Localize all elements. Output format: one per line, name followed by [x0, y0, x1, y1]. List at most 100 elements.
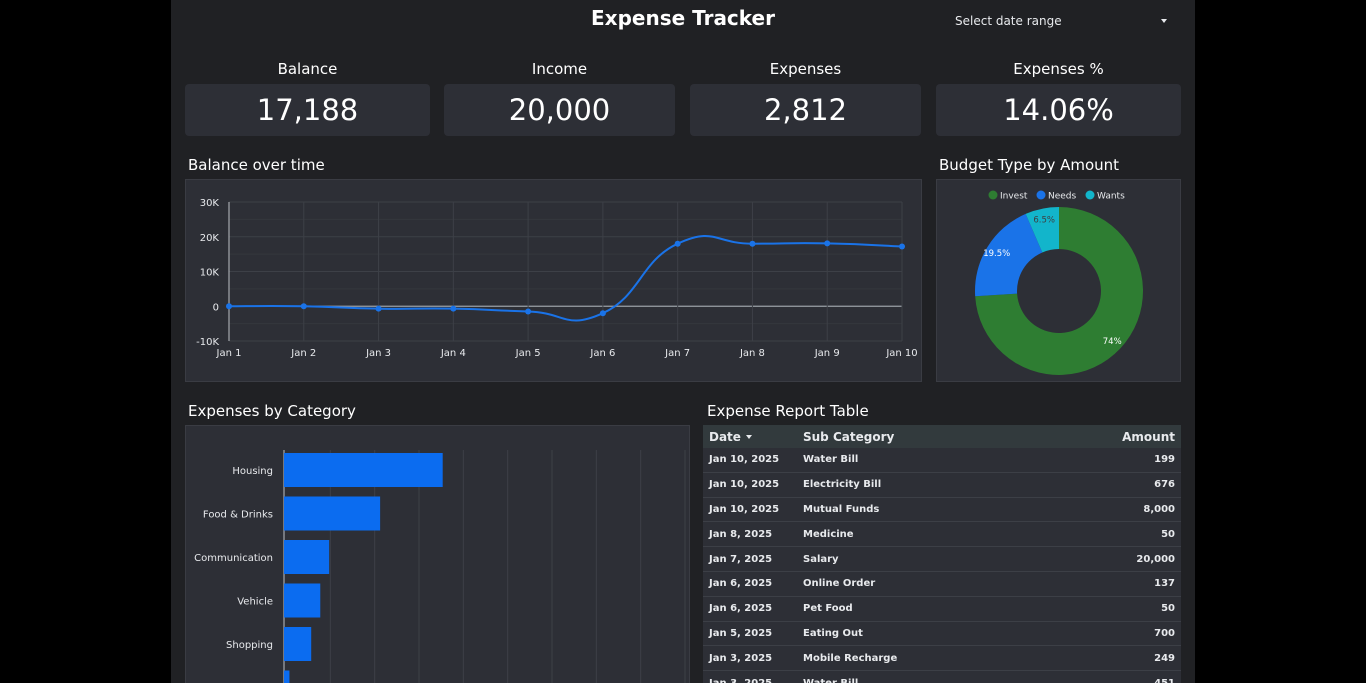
row-subcategory: Eating Out: [803, 627, 863, 639]
table-row[interactable]: Jan 10, 2025 Water Bill 199: [703, 448, 1181, 473]
row-subcategory: Online Order: [803, 578, 876, 590]
kpi-income-label: Income: [531, 60, 588, 78]
x-tick-label: Jan 7: [664, 348, 690, 359]
category-label: Communication: [194, 553, 273, 564]
balance-data-point[interactable]: [375, 305, 382, 312]
x-tick-label: Jan 5: [515, 348, 541, 359]
slice-label: 6.5%: [1033, 216, 1055, 226]
balance-line-chart: 30K 20K 10K 0 -10KJan 1 Jan 2 Jan 3 Jan 4 Jan 5 J…: [196, 198, 918, 359]
row-subcategory: Salary: [803, 553, 839, 565]
row-amount: 20,000: [1136, 553, 1175, 565]
x-tick-label: Jan 4: [440, 348, 466, 359]
balance-data-point[interactable]: [674, 240, 681, 247]
x-tick-label: Jan 2: [290, 348, 316, 359]
table-row[interactable]: Jan 6, 2025 Online Order 137: [703, 572, 1181, 597]
legend-swatch: [1036, 190, 1046, 200]
category-bar-chart: Housing Food & Drinks Communication Vehicle…: [194, 450, 686, 683]
kpi-balance-value: 17,188: [256, 93, 359, 127]
row-amount: 451: [1055, 678, 1175, 683]
row-amount: 676: [1154, 479, 1175, 491]
table-body: Jan 10, 2025 Water Bill 199 Jan 10, 2025 Ele…: [703, 448, 1181, 683]
table-row[interactable]: Jan 8, 2025 Medicine 50: [703, 522, 1181, 548]
kpi-expenses-pct-card: 14.06%: [936, 84, 1181, 136]
category-bar[interactable]: [284, 627, 312, 661]
table-title: Expense Report Table: [707, 402, 869, 420]
table-header: Date Sub Category Amount: [703, 425, 1181, 448]
expense-table: Date Sub Category Amount Jan 10, 2025 Wat…: [703, 425, 1181, 683]
row-date: Jan 8, 2025: [709, 528, 773, 540]
row-amount: 137: [1154, 578, 1175, 590]
category-bar[interactable]: [284, 583, 321, 618]
sort-desc-icon: [745, 434, 752, 439]
category-label: Shopping: [226, 640, 273, 651]
date-column-header[interactable]: Date: [709, 430, 803, 444]
x-tick-label: Jan 9: [814, 348, 840, 359]
slice-label: 74%: [1103, 337, 1122, 347]
budget-donut-chart: Invest Needs Wants 74% 19.5% 6.5%: [975, 190, 1143, 375]
legend-label[interactable]: Wants: [1097, 192, 1125, 202]
balance-data-point[interactable]: [824, 240, 831, 247]
balance-data-point[interactable]: [300, 303, 307, 310]
slice-label: 19.5%: [983, 249, 1010, 259]
row-date: Jan 3, 2025: [709, 678, 803, 683]
row-date: Jan 5, 2025: [709, 627, 773, 639]
legend-label[interactable]: Needs: [1048, 192, 1077, 202]
table-row[interactable]: Jan 10, 2025 Electricity Bill 676: [703, 473, 1181, 498]
row-date: Jan 6, 2025: [709, 603, 773, 615]
row-date: Jan 7, 2025: [709, 553, 773, 565]
row-subcategory: Mobile Recharge: [803, 652, 898, 664]
kpi-balance-label: Balance: [277, 60, 338, 78]
kpi-expenses-pct-label: Expenses %: [1013, 60, 1104, 78]
row-date: Jan 10, 2025: [709, 479, 780, 491]
table-row[interactable]: Jan 5, 2025 Eating Out 700: [703, 622, 1181, 647]
y-tick-label: 20K: [200, 233, 220, 244]
subcategory-column-header[interactable]: Sub Category: [803, 430, 1055, 444]
category-bar[interactable]: [284, 496, 381, 531]
table-row[interactable]: Jan 7, 2025 Salary 20,000: [703, 547, 1181, 572]
balance-data-point[interactable]: [599, 310, 606, 317]
category-bar[interactable]: [284, 453, 443, 487]
balance-data-point[interactable]: [749, 240, 756, 247]
x-tick-label: Jan 8: [739, 348, 765, 359]
table-row[interactable]: Jan 10, 2025 Mutual Funds 8,000: [703, 498, 1181, 523]
y-tick-label: 0: [213, 302, 219, 313]
balance-series-line: [228, 235, 903, 322]
balance-data-point[interactable]: [450, 305, 457, 312]
kpi-expenses-card: 2,812: [690, 84, 921, 136]
date-header-label: Date: [709, 429, 741, 444]
kpi-expenses-pct-value: 14.06%: [1003, 93, 1114, 127]
kpi-income-card: 20,000: [444, 84, 675, 136]
kpi-expenses-label: Expenses: [769, 60, 842, 78]
date-range-selector[interactable]: Select date range: [941, 8, 1181, 34]
balance-data-point[interactable]: [226, 303, 232, 310]
budget-chart-title: Budget Type by Amount: [939, 156, 1120, 174]
row-subcategory: Mutual Funds: [803, 503, 880, 515]
balance-chart-title: Balance over time: [188, 156, 325, 174]
balance-data-point[interactable]: [525, 308, 532, 315]
row-date: Jan 6, 2025: [709, 578, 773, 590]
y-tick-label: -10K: [196, 337, 219, 348]
category-bar[interactable]: [284, 540, 330, 574]
category-label: Vehicle: [237, 597, 273, 608]
row-amount: 700: [1154, 627, 1175, 639]
row-amount: 50: [1161, 528, 1175, 540]
chevron-down-icon: [1161, 19, 1167, 23]
x-tick-label: Jan 6: [589, 348, 615, 359]
budget-chart-panel: Invest Needs Wants 74% 19.5% 6.5%: [936, 179, 1181, 382]
table-row[interactable]: Jan 6, 2025 Pet Food 50: [703, 597, 1181, 622]
x-tick-label: Jan 1: [216, 348, 242, 359]
amount-column-header[interactable]: Amount: [1055, 430, 1175, 444]
row-subcategory: Pet Food: [803, 603, 853, 615]
category-label: Housing: [232, 466, 273, 477]
category-bar-partial[interactable]: [284, 670, 290, 683]
legend-label[interactable]: Invest: [1000, 192, 1028, 202]
date-range-label: Select date range: [955, 14, 1062, 28]
legend-swatch: [1085, 190, 1095, 200]
balance-data-point[interactable]: [899, 243, 905, 250]
x-tick-label: Jan 10: [885, 348, 917, 359]
category-label: Food & Drinks: [203, 510, 273, 521]
legend-swatch: [988, 190, 998, 200]
kpi-balance-card: 17,188: [185, 84, 430, 136]
table-row[interactable]: Jan 3, 2025Water Bill451: [703, 671, 1181, 683]
table-row[interactable]: Jan 3, 2025 Mobile Recharge 249: [703, 646, 1181, 672]
